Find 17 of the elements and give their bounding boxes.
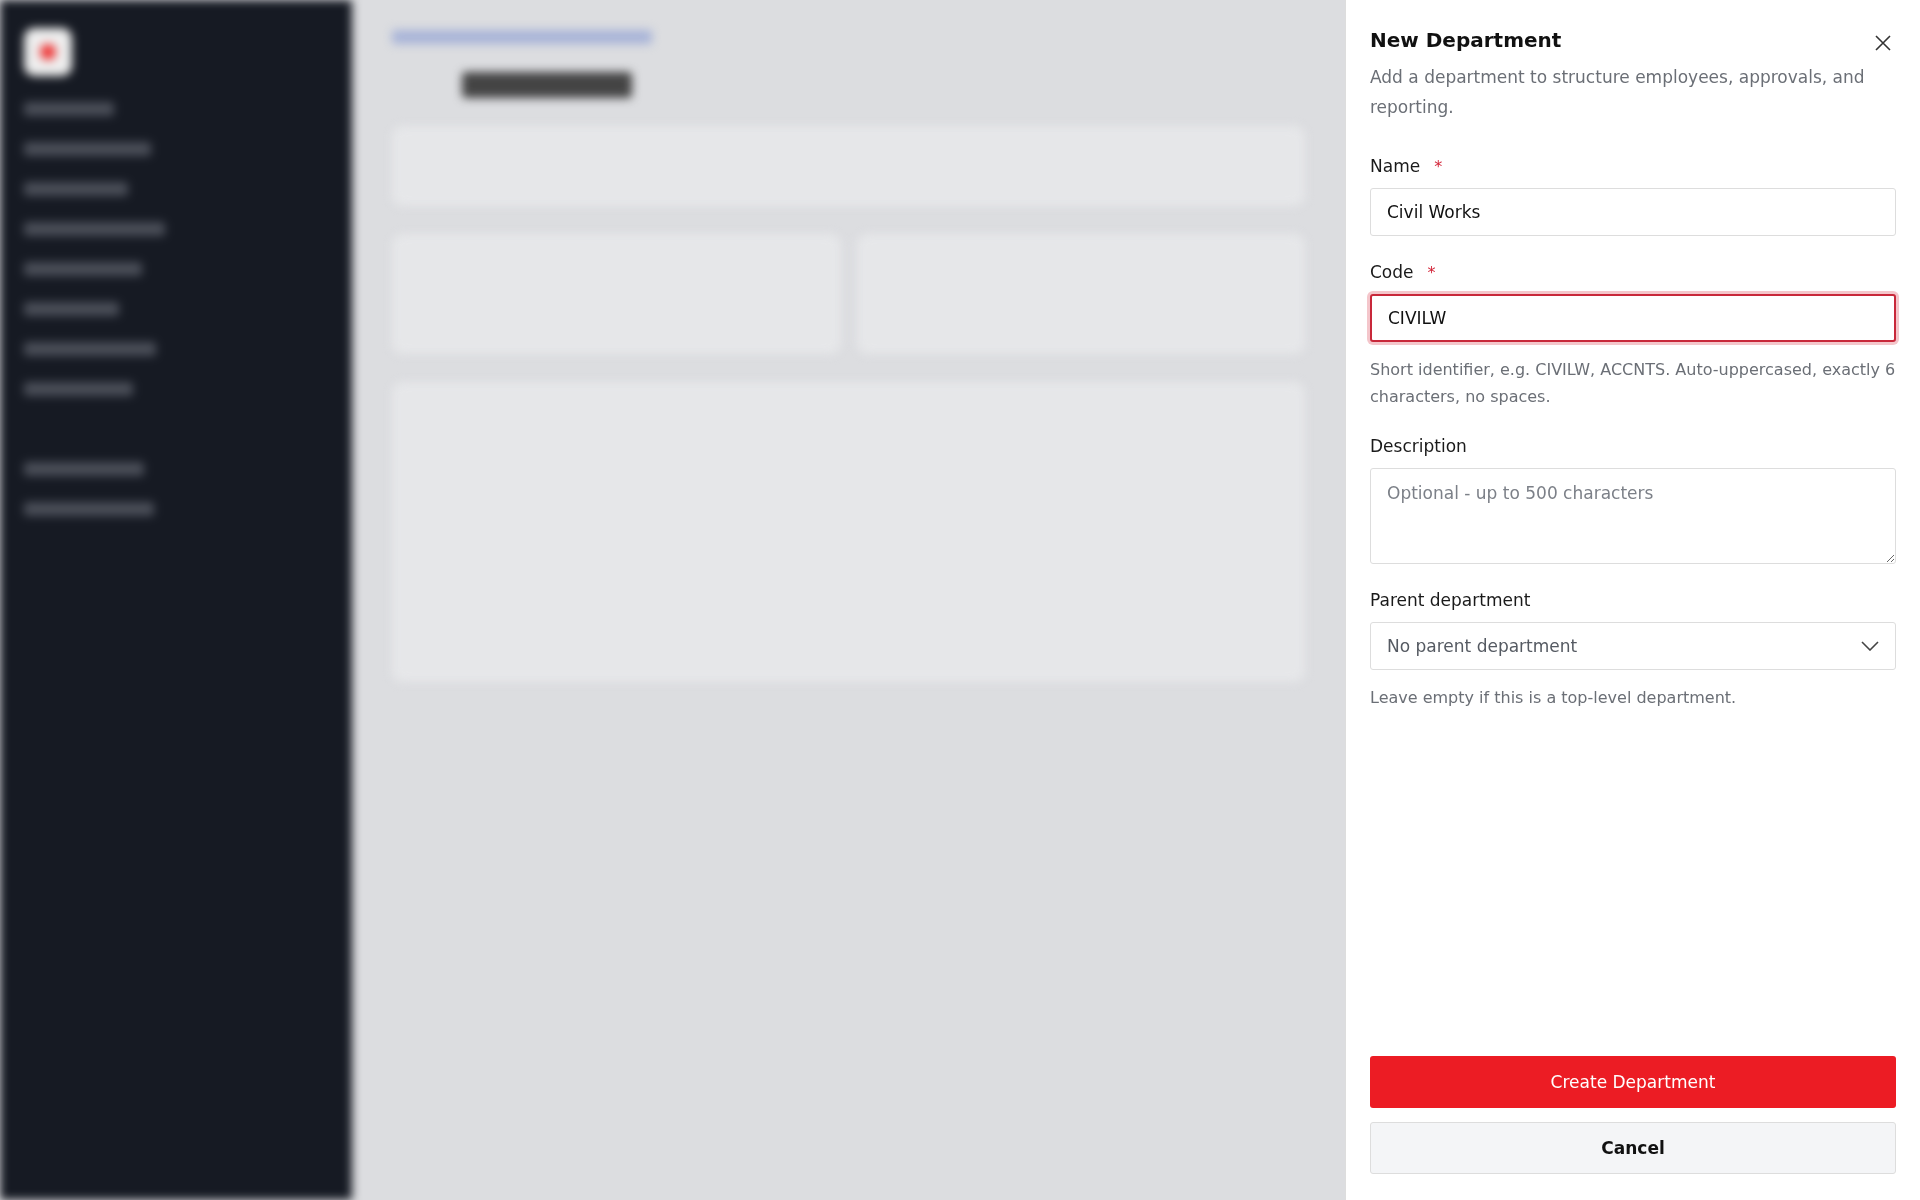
text-field[interactable]: CIVILW [1370,294,1896,342]
field-label: Code [1370,262,1414,282]
description-field[interactable]: Optional - up to 500 characters [1370,468,1896,564]
field-label: Parent department [1370,590,1531,610]
cancel-button[interactable]: Cancel [1370,1122,1896,1174]
text-field[interactable]: Civil Works [1370,188,1896,236]
field-label: Name [1370,156,1421,176]
required-mark: * [1434,157,1443,176]
panel-title: New Department [1370,28,1562,52]
chevron-down-icon [1861,641,1879,651]
field-label: Description [1370,436,1467,456]
field-hint: Short identifier, e.g. CIVILW, ACCNTS. Auto-uppercased, exactly 6 characters, no spaces. [1370,359,1896,408]
required-mark: * [1427,263,1436,282]
create-button[interactable]: Create Department [1370,1056,1896,1108]
panel-subtitle: Add a department to structure employees, approvals, and reporting. [1370,66,1866,119]
field-hint: Leave empty if this is a top-level department. [1370,687,1738,709]
select-field[interactable]: No parent department [1370,622,1896,670]
